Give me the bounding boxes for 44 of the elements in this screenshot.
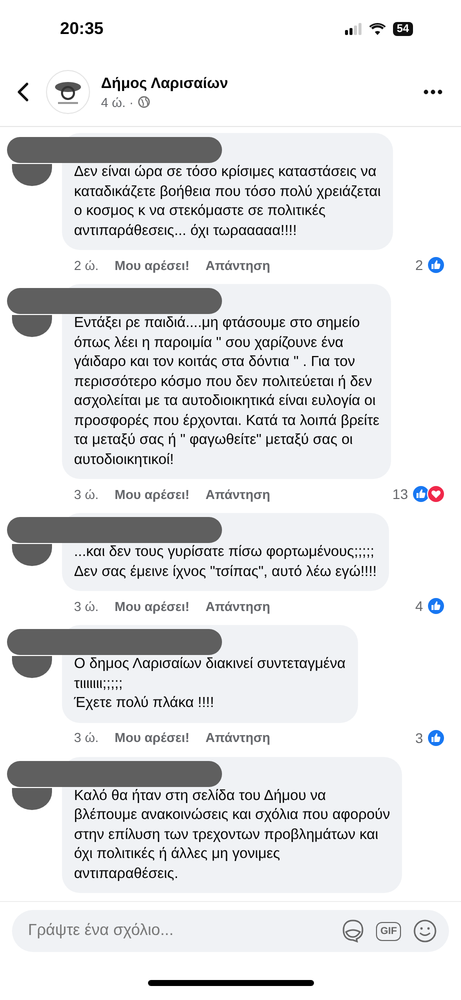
comment-text: Δεν είναι ώρα σε τόσο κρίσιμες καταστάσεις να καταδικάζετε βοήθεια που τόσο πολύ χρειάζεται ο κοσμος κ να στεκόμαστε σε πολιτικές αντιπαράθεσεις... όχι τωρααααα!!!! xyxy=(74,163,381,240)
more-options-icon[interactable] xyxy=(423,89,443,95)
like-reaction-icon xyxy=(427,256,445,274)
comment-text: Καλό θα ήταν στη σελίδα του Δήμου να βλέπουμε ανακοινώσεις και σχόλια που αφορούν στην επίλυση των τρεχοντων προβλημάτων και όχι πολιτικές ή άλλες μη γονιμες αντιπαραθέσεις. xyxy=(74,786,390,884)
comment-text: Εντάξει ρε παιδιά....μη φτάσουμε στο σημείο όπως λέει η παροιμία " σου χαρίζουνε ένα γάιδαρο και τον κοιτάς στα δόντια " . Για τον περισσότερο κόσμο που δεν πολιτεύεται ή δεν ασχολείται με τα αυτοδιοικητικά είναι ευλογία οι προσφορές που έρχονται. Κατά τα λοιπά βρείτε τα μεταξύ σας ή " φαγωθείτε" μεταξύ σας οι αυτοδιοικητικοί! xyxy=(74,314,380,470)
back-icon[interactable] xyxy=(17,82,29,102)
heart-reaction-icon xyxy=(427,485,445,503)
wifi-icon xyxy=(368,23,386,35)
reaction-count[interactable]: 2 xyxy=(415,257,423,273)
gif-button[interactable]: GIF xyxy=(376,922,401,940)
comment-time: 2 ώ. xyxy=(74,258,99,272)
avatar[interactable] xyxy=(12,788,52,810)
avatar[interactable] xyxy=(12,315,52,337)
comment-input-field[interactable]: Γράψτε ένα σχόλιο... GIF xyxy=(12,910,449,952)
status-time: 20:35 xyxy=(60,19,104,39)
reply-link[interactable]: Απάντηση xyxy=(205,486,270,502)
reply-link[interactable]: Απάντηση xyxy=(205,258,270,272)
comment-time: 3 ώ. xyxy=(74,486,99,502)
signal-icon xyxy=(344,23,362,35)
comment-text: ...και δεν τους γυρίσατε πίσω φορτωμένους;;;;; Δεν σας έμεινε ίχνος "τσίπας", αυτό λέω εγώ!!!! xyxy=(74,543,377,582)
reaction-count[interactable]: 4 xyxy=(415,598,423,614)
avatar[interactable] xyxy=(12,544,52,566)
reaction-count[interactable]: 13 xyxy=(392,486,408,502)
post-age: 4 ώ. · xyxy=(101,94,134,110)
comment-time: 3 ώ. xyxy=(74,598,99,614)
like-link[interactable]: Μου αρέσει! xyxy=(114,598,190,614)
like-reaction-icon xyxy=(427,728,445,746)
like-link[interactable]: Μου αρέσει! xyxy=(114,258,190,272)
globe-icon xyxy=(138,96,150,108)
comment-time: 3 ώ. xyxy=(74,730,99,745)
like-reaction-icon xyxy=(427,597,445,615)
like-link[interactable]: Μου αρέσει! xyxy=(114,730,190,745)
emoji-icon[interactable] xyxy=(413,919,437,943)
avatar[interactable] xyxy=(12,164,52,186)
reply-link[interactable]: Απάντηση xyxy=(205,730,270,745)
comment-text: Ο δημος Λαρισαίων διακινεί συντεταγμένα τιιιιιιι;;;;; Έχετε πολύ πλάκα !!!! xyxy=(74,655,346,713)
page-logo-drawing[interactable] xyxy=(46,70,90,114)
battery-indicator: 54 xyxy=(392,22,413,36)
reaction-count[interactable]: 3 xyxy=(415,730,423,746)
reply-link[interactable]: Απάντηση xyxy=(205,598,270,614)
avatar[interactable] xyxy=(12,656,52,678)
sticker-icon[interactable] xyxy=(342,919,364,943)
page-name[interactable]: Δήμος Λαρισαίων xyxy=(101,74,406,92)
like-link[interactable]: Μου αρέσει! xyxy=(114,486,190,502)
